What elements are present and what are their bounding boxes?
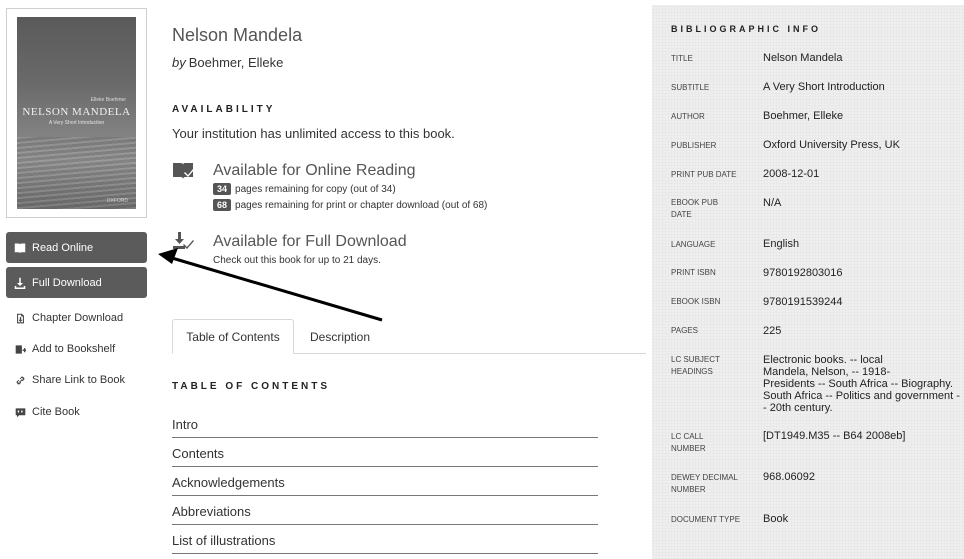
cite-book-label: Cite Book [32, 406, 80, 418]
read-online-label: Read Online [32, 241, 94, 254]
full-download-label: Full Download [32, 276, 102, 289]
book-title: Nelson Mandela [172, 25, 303, 45]
biblio-value-pages: 225 [763, 325, 782, 337]
book-cover-frame: Elleke Boehmer NELSON MANDELA A Very Sho… [6, 8, 147, 218]
share-link-label: Share Link to Book [32, 374, 125, 386]
book-byline: by Boehmer, Elleke [172, 55, 283, 70]
download-icon [14, 277, 26, 289]
full-download-button[interactable]: Full Download [6, 267, 147, 298]
biblio-value-language: English [763, 238, 800, 250]
biblio-value-author[interactable]: Boehmer, Elleke [763, 110, 963, 122]
copy-pages-text: pages remaining for copy (out of 34) [235, 183, 396, 195]
availability-heading: AVAILABILITY [172, 104, 276, 115]
quote-icon [15, 407, 26, 417]
cite-book-link[interactable]: Cite Book [15, 406, 80, 418]
cover-publisher: OXFORD [106, 198, 128, 204]
book-author-link[interactable]: Boehmer, Elleke [189, 55, 284, 70]
read-online-button[interactable]: Read Online [6, 232, 147, 263]
chapter-download-icon [17, 313, 24, 323]
print-count-badge: 68 [213, 199, 232, 211]
biblio-value-publisher: Oxford University Press, UK [763, 139, 900, 151]
tab-table-of-contents[interactable]: Table of Contents [172, 319, 294, 354]
biblio-label-ebook-pub-date: EBOOK PUB DATE [671, 198, 719, 219]
access-text: Your institution has unlimited access to… [172, 126, 455, 141]
copy-pages-line: 34 pages remaining for copy (out of 34) [213, 183, 396, 195]
biblio-label-author: AUTHOR [671, 112, 705, 121]
chapter-download-label: Chapter Download [32, 312, 124, 324]
biblio-label-publisher: PUBLISHER [671, 141, 717, 150]
cover-title: NELSON MANDELA [22, 106, 131, 118]
share-link-link[interactable]: Share Link to Book [15, 374, 125, 386]
biblio-label-ebook-isbn: EBOOK ISBN [671, 297, 721, 306]
tab-description[interactable]: Description [296, 319, 384, 354]
biblio-value-title: Nelson Mandela [763, 52, 843, 64]
book-cover-image: Elleke Boehmer NELSON MANDELA A Very Sho… [17, 17, 136, 209]
chapter-download-link[interactable]: Chapter Download [15, 312, 123, 324]
biblio-value-print-pub-date: 2008-12-01 [763, 168, 820, 180]
biblio-label-title: TITLE [671, 54, 693, 63]
biblio-value-ebook-pub-date: N/A [763, 197, 782, 209]
add-to-bookshelf-link[interactable]: Add to Bookshelf [15, 343, 115, 355]
toc-item-contents[interactable]: Contents [172, 446, 598, 467]
biblio-value-print-isbn: 9780192803016 [763, 267, 843, 279]
biblio-value-lc-call-number: [DT1949.M35 -- B64 2008eb] [763, 430, 906, 442]
toc-item-intro[interactable]: Intro [172, 417, 598, 438]
biblio-label-language: LANGUAGE [671, 240, 716, 249]
toc-heading: TABLE OF CONTENTS [172, 381, 331, 392]
biblio-value-lc-subject-headings: Electronic books. -- local Mandela, Nels… [763, 354, 960, 414]
biblio-label-document-type: DOCUMENT TYPE [671, 515, 741, 524]
biblio-label-lc-call-number: LC CALL NUMBER [671, 432, 706, 453]
toc-item-abbreviations[interactable]: Abbreviations [172, 504, 598, 525]
annotation-arrow [158, 248, 383, 322]
toc-item-list-of-illustrations[interactable]: List of illustrations [172, 533, 598, 554]
biblio-value-subtitle: A Very Short Introduction [763, 81, 885, 93]
cover-author: Elleke Boehmer [90, 97, 126, 103]
by-label: by [172, 55, 186, 70]
biblio-label-lc-subject-headings: LC SUBJECT HEADINGS [671, 355, 720, 376]
toc-item-acknowledgements[interactable]: Acknowledgements [172, 475, 598, 496]
bibliographic-info-panel: BIBLIOGRAPHIC INFO TITLE Nelson Mandela … [652, 5, 964, 559]
copy-count-badge: 34 [213, 183, 232, 195]
add-to-bookshelf-label: Add to Bookshelf [32, 343, 116, 355]
print-pages-text: pages remaining for print or chapter dow… [235, 199, 488, 211]
online-reading-icon [172, 162, 194, 182]
biblio-label-print-pub-date: PRINT PUB DATE [671, 170, 737, 179]
link-icon [16, 376, 25, 384]
online-reading-title: Available for Online Reading [213, 162, 416, 179]
biblio-label-subtitle: SUBTITLE [671, 83, 710, 92]
cover-subtitle: A Very Short Introduction [48, 120, 105, 126]
open-book-icon [14, 243, 26, 253]
biblio-value-document-type: Book [763, 513, 789, 525]
biblio-heading: BIBLIOGRAPHIC INFO [671, 24, 821, 34]
print-pages-line: 68 pages remaining for print or chapter … [213, 199, 487, 211]
biblio-label-pages: PAGES [671, 326, 698, 335]
bookshelf-add-icon [15, 344, 26, 354]
biblio-label-dewey-decimal-number: DEWEY DECIMAL NUMBER [671, 473, 738, 494]
biblio-value-dewey-decimal-number: 968.06092 [763, 471, 815, 483]
biblio-label-print-isbn: PRINT ISBN [671, 268, 716, 277]
biblio-value-ebook-isbn: 9780191539244 [763, 296, 843, 308]
